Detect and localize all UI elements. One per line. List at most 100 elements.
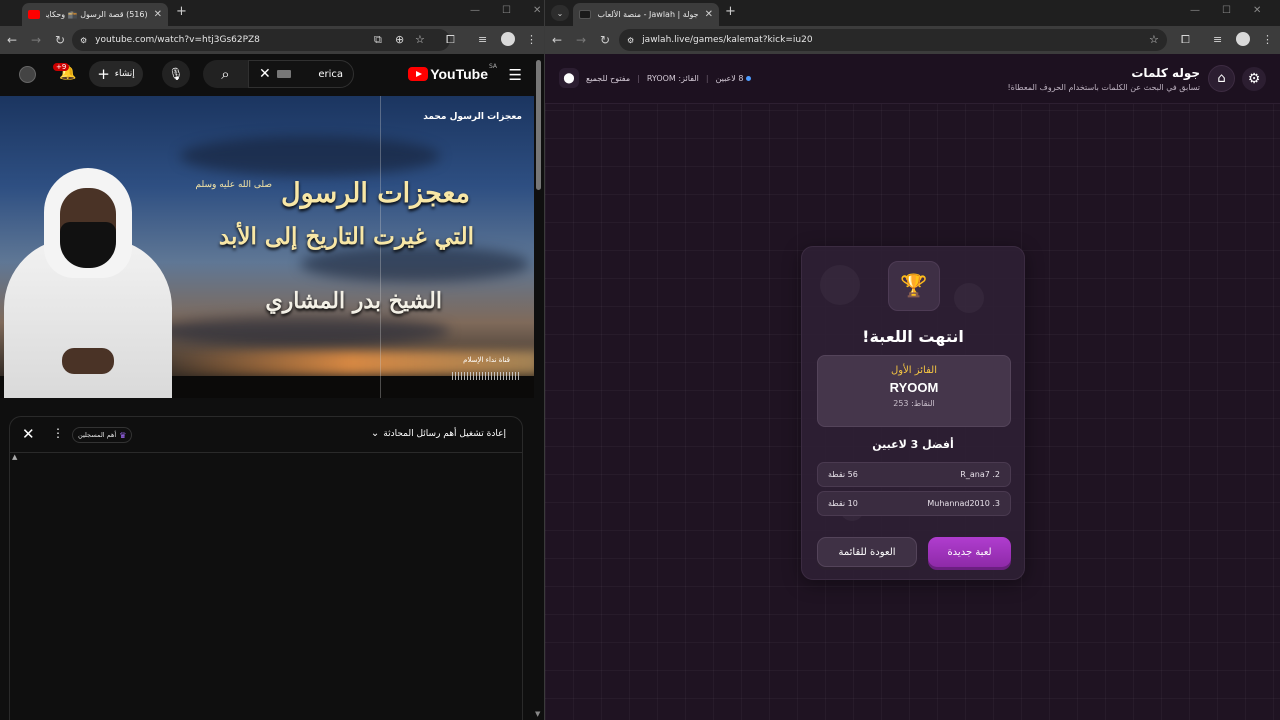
- hamburger-menu-icon[interactable]: ☰: [509, 66, 522, 84]
- notifications-badge: +9: [53, 63, 70, 71]
- chat-scroll-up-icon[interactable]: ▲: [12, 453, 17, 461]
- address-bar[interactable]: ⚙ youtube.com/watch?v=htj3Gs62PZ8: [72, 29, 450, 51]
- winner-status: الفائز: RYOOM: [646, 73, 699, 83]
- video-channel-bottom: قناة نداء الإسلام: [463, 356, 510, 364]
- status-separator: |: [637, 73, 640, 83]
- close-tab-icon[interactable]: ✕: [705, 9, 713, 20]
- share-icon[interactable]: ⬤: [559, 68, 579, 88]
- profile-avatar[interactable]: [501, 32, 515, 46]
- cast-icon[interactable]: ⧉: [374, 33, 382, 47]
- bookmark-star-icon[interactable]: ☆: [415, 33, 425, 46]
- zoom-icon[interactable]: ⊕: [395, 33, 404, 46]
- jawlah-browser-window: ⌄ جولة | Jawlah - منصة الألعاب الذ... ✕ …: [545, 0, 1280, 720]
- decorative-bubble: [820, 265, 860, 305]
- youtube-header: ☰ YouTube SA erica ✕ ⌕ 🎙 + إنشاء 🔔 +9: [0, 54, 544, 94]
- close-window-button[interactable]: ✕: [533, 5, 541, 16]
- leaderboard-row: 3. Muhannad2010 10 نقطة: [817, 491, 1011, 516]
- youtube-favicon-icon: [28, 10, 40, 19]
- url-text: jawlah.live/games/kalemat?kick=iu20: [642, 35, 813, 45]
- browser-toolbar: ← → ↻ ⚙ jawlah.live/games/kalemat?kick=i…: [545, 26, 1280, 54]
- close-window-button[interactable]: ✕: [1253, 5, 1261, 16]
- audio-wave-graphic: [452, 372, 520, 380]
- player-points: 10 نقطة: [828, 499, 858, 508]
- top-players-heading: أفضل 3 لاعبين: [872, 438, 954, 451]
- tab-search-icon[interactable]: ⌄: [551, 5, 569, 21]
- video-cloud: [300, 246, 530, 282]
- create-button[interactable]: + إنشاء: [89, 61, 143, 87]
- reload-icon[interactable]: ↻: [593, 33, 617, 47]
- address-bar[interactable]: ⚙ jawlah.live/games/kalemat?kick=iu20: [619, 29, 1167, 51]
- decorative-bubble: [954, 283, 984, 313]
- forward-icon[interactable]: →: [569, 33, 593, 47]
- reload-icon[interactable]: ↻: [48, 33, 72, 47]
- minimize-button[interactable]: —: [1190, 5, 1200, 16]
- account-avatar[interactable]: [19, 66, 36, 83]
- youtube-logo[interactable]: YouTube: [408, 66, 488, 82]
- video-title-line3: الشيخ بدر المشاري: [265, 288, 442, 314]
- clear-search-icon[interactable]: ✕: [259, 66, 271, 82]
- bookmark-star-icon[interactable]: ☆: [1149, 33, 1159, 46]
- extensions-icon[interactable]: ⧠: [446, 33, 455, 47]
- forward-icon[interactable]: →: [24, 33, 48, 47]
- members-pill[interactable]: ♛ أهم المسجلين: [72, 427, 133, 443]
- maximize-button[interactable]: ☐: [502, 5, 511, 16]
- chat-header: إعادة تشغيل أهم رسائل المحادثة ⌄ ✕ ⋮ ♛ أ…: [10, 417, 522, 453]
- trophy-icon: 🏆: [888, 261, 940, 311]
- game-over-card: 🏆 انتهت اللعبة! الفائز الأول RYOOM النقا…: [801, 246, 1025, 580]
- chat-more-icon[interactable]: ⋮: [52, 426, 64, 440]
- video-player[interactable]: معجزات الرسول محمد معجزات الرسول صلى الل…: [0, 96, 534, 398]
- site-info-icon[interactable]: ⚙: [80, 36, 87, 45]
- new-tab-button[interactable]: +: [176, 4, 187, 19]
- search-input[interactable]: erica ✕: [248, 60, 354, 88]
- browser-menu-icon[interactable]: ⋮: [1262, 33, 1273, 46]
- voice-search-button[interactable]: 🎙: [162, 60, 190, 88]
- player-rank-name: 3. Muhannad2010: [927, 499, 1000, 508]
- reading-list-icon[interactable]: ≡: [478, 33, 487, 46]
- tab-youtube[interactable]: (516) قصة الرسول 🕋 وحكاية ✕: [22, 3, 168, 26]
- reading-list-icon[interactable]: ≡: [1213, 33, 1222, 46]
- page-scrollbar-thumb[interactable]: [536, 60, 541, 190]
- search-icon: ⌕: [221, 65, 230, 83]
- video-title-line1: معجزات الرسول: [281, 178, 470, 209]
- keyboard-icon[interactable]: [276, 70, 291, 78]
- window-controls: — ☐ ✕: [470, 5, 541, 16]
- back-to-list-button[interactable]: العودة للقائمة: [817, 537, 917, 567]
- player-rank-name: 2. R_ana7: [960, 470, 1000, 479]
- country-code: SA: [488, 63, 497, 70]
- scroll-down-icon[interactable]: ▼: [535, 710, 540, 718]
- tab-strip: ⌄ جولة | Jawlah - منصة الألعاب الذ... ✕ …: [545, 0, 1280, 26]
- youtube-logo-text: YouTube: [430, 66, 488, 82]
- youtube-play-icon: [408, 67, 429, 81]
- new-tab-button[interactable]: +: [725, 4, 736, 19]
- plus-icon: +: [97, 65, 110, 83]
- back-icon[interactable]: ←: [0, 33, 24, 47]
- game-title: جوله كلمات: [1131, 66, 1200, 80]
- video-channel-top: معجزات الرسول محمد: [423, 112, 522, 122]
- chevron-down-icon: ⌄: [370, 428, 380, 439]
- home-icon[interactable]: ⌂: [1208, 65, 1235, 92]
- search-value: erica: [318, 68, 343, 80]
- window-controls: — ☐ ✕: [1190, 5, 1261, 16]
- extensions-icon[interactable]: ⧠: [1181, 33, 1190, 47]
- close-chat-icon[interactable]: ✕: [22, 425, 35, 443]
- players-count: 8 لاعبين: [716, 74, 752, 83]
- chat-title-text: إعادة تشغيل أهم رسائل المحادثة: [383, 428, 506, 439]
- maximize-button[interactable]: ☐: [1222, 5, 1231, 16]
- tab-title: (516) قصة الرسول 🕋 وحكاية: [46, 10, 148, 19]
- tab-jawlah[interactable]: جولة | Jawlah - منصة الألعاب الذ... ✕: [573, 3, 719, 26]
- new-game-button[interactable]: لعبة جديدة: [928, 537, 1011, 567]
- first-place-label: الفائز الأول: [891, 365, 937, 376]
- back-icon[interactable]: ←: [545, 33, 569, 47]
- site-info-icon[interactable]: ⚙: [627, 36, 634, 45]
- microphone-icon: 🎙: [168, 67, 184, 81]
- search-button[interactable]: ⌕: [203, 60, 248, 88]
- settings-gear-icon[interactable]: ⚙: [1242, 67, 1266, 91]
- profile-avatar[interactable]: [1236, 32, 1250, 46]
- chat-mode-dropdown[interactable]: إعادة تشغيل أهم رسائل المحادثة ⌄: [371, 428, 506, 439]
- jawlah-favicon-icon: [579, 10, 591, 19]
- close-tab-icon[interactable]: ✕: [154, 9, 162, 20]
- browser-menu-icon[interactable]: ⋮: [526, 33, 537, 46]
- minimize-button[interactable]: —: [470, 5, 480, 16]
- browser-toolbar: ← → ↻ ⚙ youtube.com/watch?v=htj3Gs62PZ8 …: [0, 26, 544, 54]
- leaderboard-row: 2. R_ana7 56 نقطة: [817, 462, 1011, 487]
